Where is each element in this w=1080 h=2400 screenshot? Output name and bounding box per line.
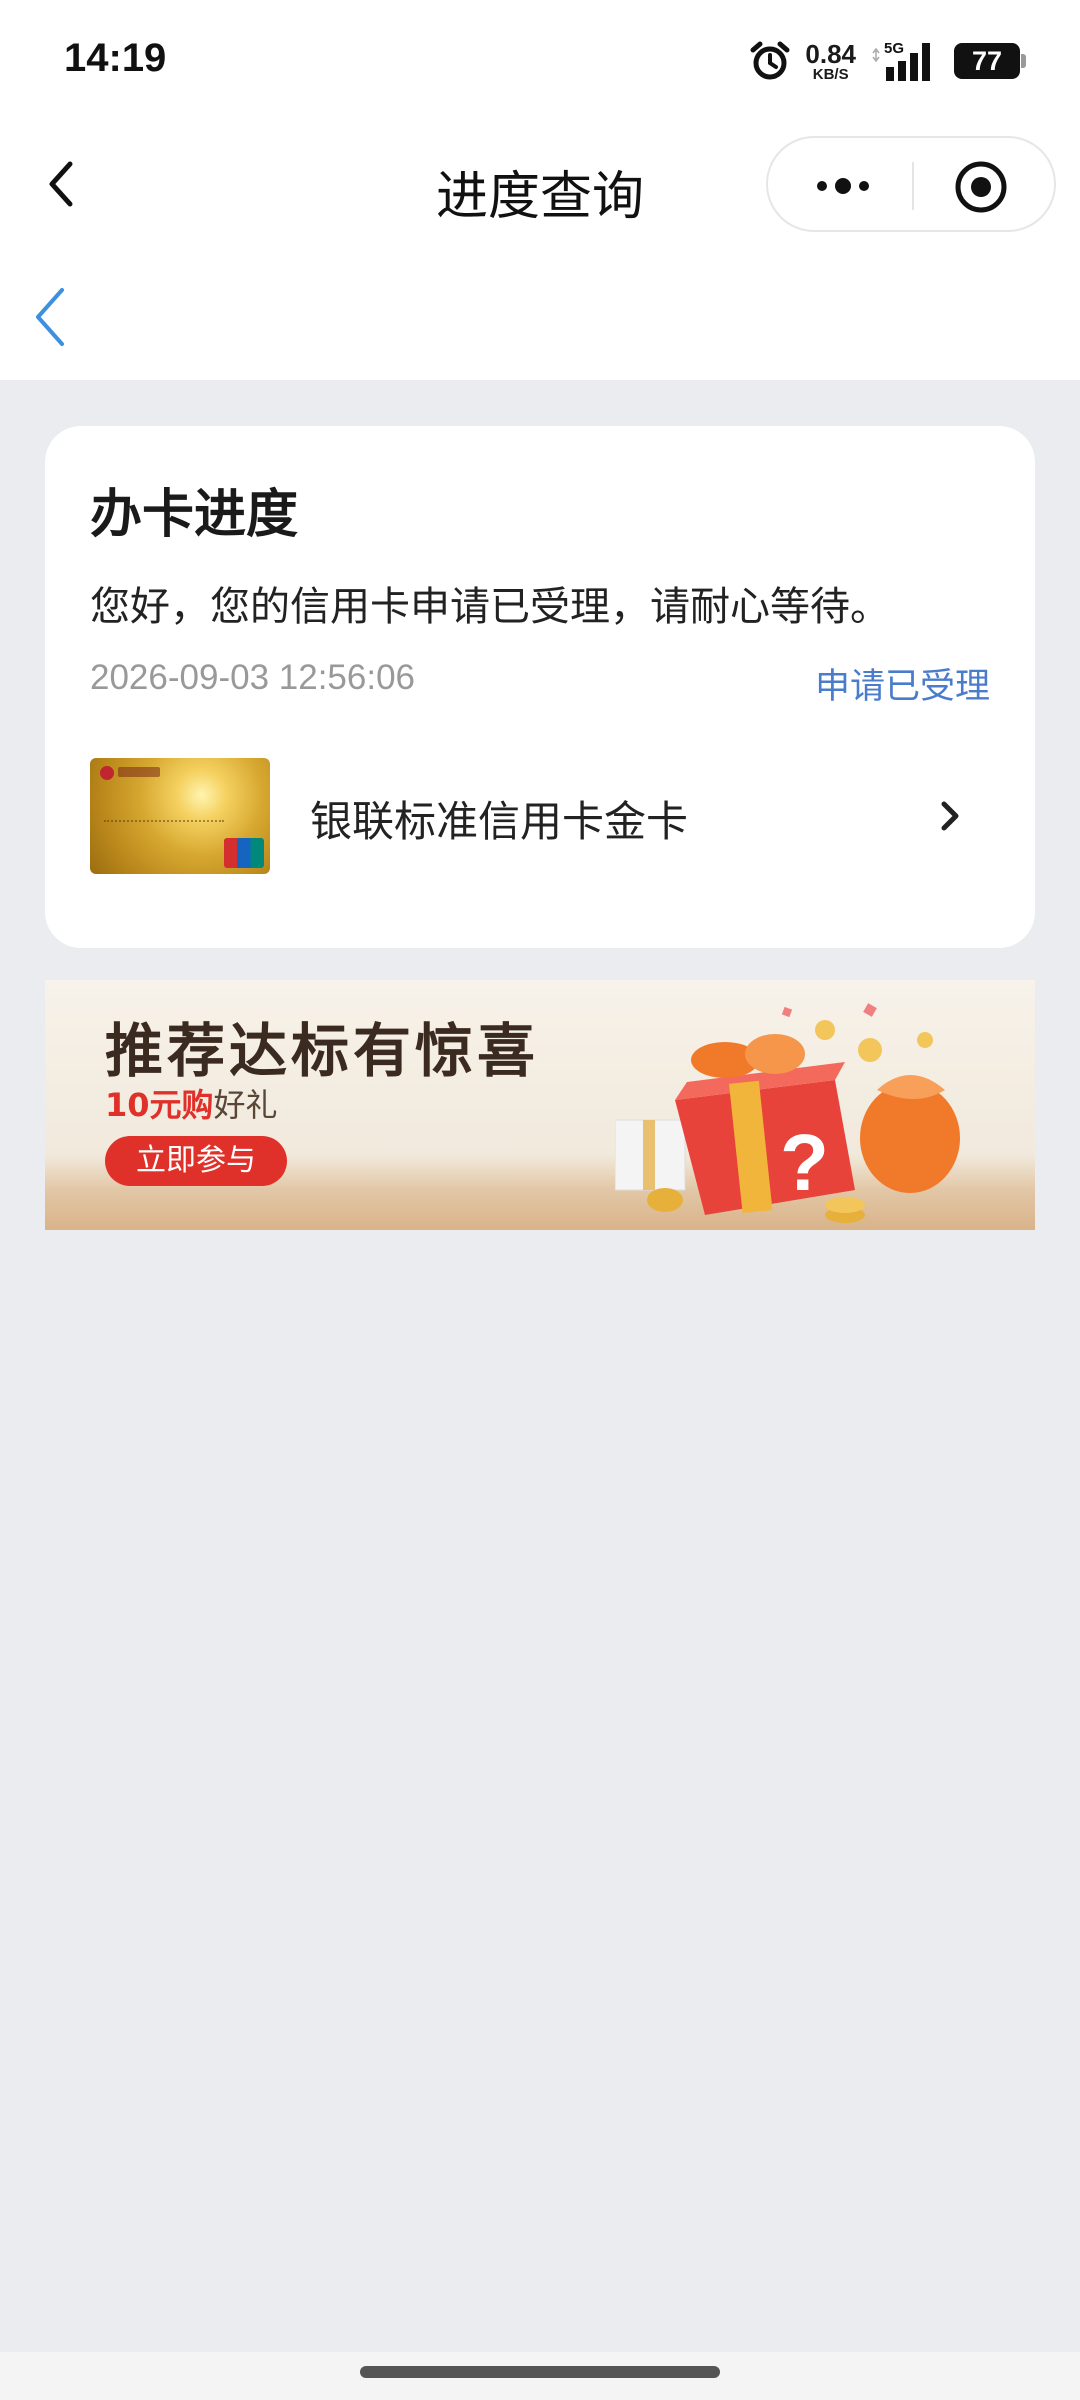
join-now-button[interactable]: 立即参与 xyxy=(105,1136,287,1186)
home-indicator[interactable] xyxy=(360,2366,720,2378)
credit-card-name: 银联标准信用卡金卡 xyxy=(310,797,689,846)
inner-back-arrow-icon[interactable] xyxy=(30,284,70,350)
credit-card-item[interactable]: 银联标准信用卡金卡 xyxy=(90,758,990,876)
network-type: 5G xyxy=(884,40,904,57)
credit-card-image xyxy=(90,758,270,874)
status-time: 14:19 xyxy=(64,36,167,80)
network-speed-unit: KB/S xyxy=(812,65,849,83)
promo-title: 推荐达标有惊喜 xyxy=(105,1017,540,1085)
capsule-divider xyxy=(912,162,914,210)
promo-banner[interactable]: 推荐达标有惊喜 10元购好礼 立即参与 ? xyxy=(45,980,1035,1230)
chevron-right-icon xyxy=(941,801,959,831)
status-indicators: 0.84 KB/S 5G 77 xyxy=(749,36,1026,86)
promo-subtitle-highlight: 10元购 xyxy=(105,1086,214,1124)
more-options-icon[interactable] xyxy=(810,170,876,202)
unionpay-logo-icon xyxy=(224,838,264,868)
progress-message: 您好，您的信用卡申请已受理，请耐心等待。 xyxy=(90,584,890,630)
sub-navigation xyxy=(0,244,1080,380)
application-progress-card: 办卡进度 您好，您的信用卡申请已受理，请耐心等待。 2026-09-03 12:… xyxy=(45,426,1035,948)
navigation-bar: 进度查询 xyxy=(0,124,1080,244)
svg-text:?: ? xyxy=(780,1118,829,1207)
mini-program-capsule xyxy=(766,136,1056,232)
promo-subtitle: 10元购好礼 xyxy=(105,1080,278,1126)
close-mini-program-icon[interactable] xyxy=(954,160,1008,214)
network-speed: 0.84 KB/S xyxy=(805,41,856,82)
signal-icon: 5G xyxy=(872,40,930,81)
battery-indicator: 77 xyxy=(954,43,1026,79)
promo-subtitle-rest: 好礼 xyxy=(213,1086,278,1124)
application-datetime: 2026-09-03 12:56:06 xyxy=(90,658,415,697)
status-bar: 14:19 0.84 KB/S 5G 77 xyxy=(0,0,1080,124)
network-speed-value: 0.84 xyxy=(805,38,856,69)
card-title: 办卡进度 xyxy=(90,485,299,545)
gift-box-illustration: ? xyxy=(615,1003,960,1223)
bank-logo-icon xyxy=(100,766,114,780)
application-status: 申请已受理 xyxy=(814,667,990,707)
alarm-icon xyxy=(750,41,790,80)
